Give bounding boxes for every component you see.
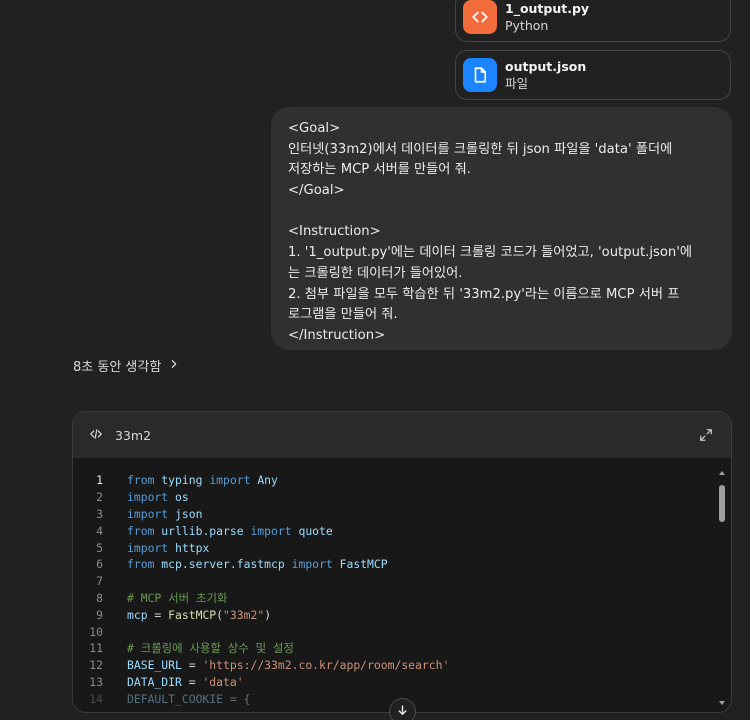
document-icon xyxy=(463,58,497,92)
attachment-card-json[interactable]: output.json 파일 xyxy=(455,50,731,100)
line-number: 6 xyxy=(96,557,103,572)
line-number: 8 xyxy=(96,590,103,605)
code-line: 13 DATA_DIR = 'data' xyxy=(73,674,731,691)
attachment-name: 1_output.py xyxy=(505,1,590,16)
message-line: 는 크롤링한 데이터가 들어있어. xyxy=(288,265,463,281)
line-number: 13 xyxy=(89,674,103,689)
attachment-name: output.json xyxy=(505,59,587,74)
code-line: 10 xyxy=(73,623,731,640)
line-number: 12 xyxy=(89,658,103,673)
code-line: 7 xyxy=(73,573,731,590)
message-line xyxy=(288,202,716,223)
code-text: DATA_DIR = 'data' xyxy=(127,674,244,689)
message-line: <Instruction> xyxy=(288,224,381,240)
thought-label: 8초 동안 생각함 xyxy=(73,359,162,375)
code-text: from mcp.server.fastmcp import FastMCP xyxy=(127,557,388,572)
code-icon xyxy=(89,426,103,445)
attachment-card-python[interactable]: 1_output.py Python xyxy=(455,0,731,42)
line-number: 1 xyxy=(96,473,103,488)
code-line: 4 from urllib.parse import quote xyxy=(73,522,731,539)
user-message-bubble: <Goal> 인터넷(33m2)에서 데이터를 크롤링한 뒤 json 파일을 … xyxy=(271,107,732,350)
code-text: from typing import Any xyxy=(127,473,278,488)
message-line: </Goal> xyxy=(288,183,345,199)
line-number: 2 xyxy=(96,490,103,505)
attachment-type: Python xyxy=(505,18,549,33)
scroll-down-arrow-icon xyxy=(719,701,725,705)
code-line: 11 # 크롤링에 사용할 상수 및 설정 xyxy=(73,640,731,657)
line-number: 7 xyxy=(96,574,103,589)
code-text: import os xyxy=(127,490,189,505)
line-number: 11 xyxy=(89,641,103,656)
code-line: 1 from typing import Any xyxy=(73,472,731,489)
code-title: 33m2 xyxy=(115,427,152,443)
code-text: import json xyxy=(127,506,203,521)
code-text: # MCP 서버 초기화 xyxy=(127,590,228,605)
arrow-down-icon xyxy=(396,702,409,720)
code-line: 8 # MCP 서버 초기화 xyxy=(73,590,731,607)
code-line: 3 import json xyxy=(73,506,731,523)
code-text: mcp = FastMCP("33m2") xyxy=(127,607,272,622)
code-line: 5 import httpx xyxy=(73,539,731,556)
code-line: 6 from mcp.server.fastmcp import FastMCP xyxy=(73,556,731,573)
scrollbar-thumb[interactable] xyxy=(719,485,725,522)
message-line: <Goal> xyxy=(288,121,341,136)
chevron-right-icon xyxy=(169,358,179,373)
expand-icon[interactable] xyxy=(699,427,713,446)
message-line: 로그램을 만들어 줘. xyxy=(288,307,398,323)
line-number: 5 xyxy=(96,540,103,555)
code-text: BASE_URL = 'https://33m2.co.kr/app/room/… xyxy=(127,658,450,673)
code-text: import httpx xyxy=(127,540,210,555)
message-line: 저장하는 MCP 서버를 만들어 줘. xyxy=(288,162,471,178)
line-number: 10 xyxy=(89,624,103,639)
scroll-up-arrow-icon xyxy=(719,471,725,475)
code-scrollbar[interactable] xyxy=(717,470,727,706)
line-number: 14 xyxy=(89,691,103,706)
code-text: # 크롤링에 사용할 상수 및 설정 xyxy=(127,641,294,656)
message-line: </Instruction> xyxy=(288,327,386,343)
scroll-to-bottom-button[interactable] xyxy=(389,698,416,720)
message-line: 1. '1_output.py'에는 데이터 크롤링 코드가 들어었고, 'ou… xyxy=(288,245,693,261)
line-number: 3 xyxy=(96,506,103,521)
attachment-type: 파일 xyxy=(505,76,529,91)
message-line: 인터넷(33m2)에서 데이터를 크롤링한 뒤 json 파일을 'data' … xyxy=(288,141,673,157)
code-icon xyxy=(463,0,497,34)
line-number: 9 xyxy=(96,607,103,622)
code-line: 12 BASE_URL = 'https://33m2.co.kr/app/roo… xyxy=(73,657,731,674)
code-canvas: 33m2 1 from typing import Any 2 import os 3 i… xyxy=(72,411,732,713)
code-text: from urllib.parse import quote xyxy=(127,523,333,538)
message-line: 2. 첨부 파일을 모두 학습한 뒤 '33m2.py'라는 이름으로 MCP … xyxy=(288,286,680,302)
code-text: DEFAULT_COOKIE = { xyxy=(127,691,251,706)
code-header: 33m2 xyxy=(73,412,731,458)
thought-toggle[interactable]: 8초 동안 생각함 xyxy=(73,355,179,375)
code-line: 9 mcp = FastMCP("33m2") xyxy=(73,606,731,623)
code-editor[interactable]: 1 from typing import Any 2 import os 3 import… xyxy=(73,458,731,712)
code-line: 2 import os xyxy=(73,489,731,506)
line-number: 4 xyxy=(96,523,103,538)
